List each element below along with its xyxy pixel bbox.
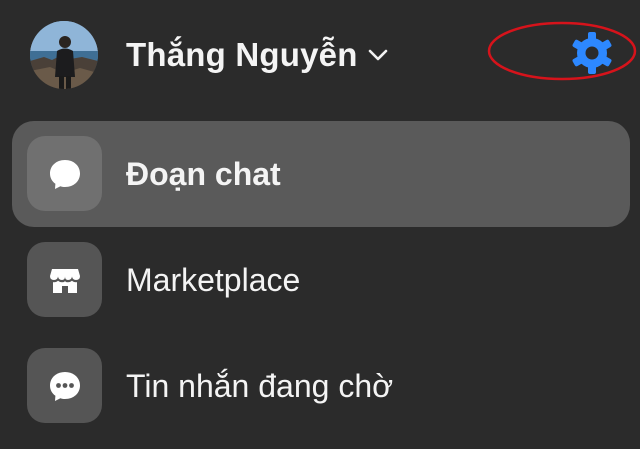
avatar[interactable] xyxy=(30,21,98,89)
settings-button[interactable] xyxy=(569,30,615,76)
chevron-down-icon xyxy=(367,44,389,66)
menu-item-chats[interactable]: Đoạn chat xyxy=(12,121,630,227)
menu-item-label: Marketplace xyxy=(126,262,301,298)
messenger-menu-screen: Thắng Nguyễn Đoạn chat Marketplace Tin n… xyxy=(0,0,640,449)
menu-item-marketplace[interactable]: Marketplace xyxy=(12,227,630,333)
menu-item-message-requests[interactable]: Tin nhắn đang chờ xyxy=(12,333,630,439)
gear-icon xyxy=(572,32,612,74)
settings-area xyxy=(487,21,639,83)
message-requests-icon xyxy=(27,348,102,423)
profile-name: Thắng Nguyễn xyxy=(126,36,358,73)
profile-switcher[interactable]: Thắng Nguyễn xyxy=(126,30,389,80)
avatar-photo xyxy=(30,21,98,89)
profile-header: Thắng Nguyễn xyxy=(0,0,640,110)
menu-item-label: Đoạn chat xyxy=(126,156,281,192)
menu-item-label: Tin nhắn đang chờ xyxy=(126,368,394,404)
storefront-icon xyxy=(27,242,102,317)
chat-bubble-icon xyxy=(27,136,102,211)
